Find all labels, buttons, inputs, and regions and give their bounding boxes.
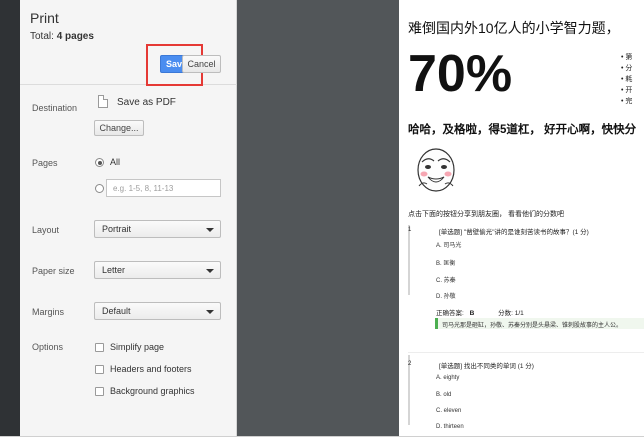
- answer-option: D. 孙敬: [436, 294, 456, 300]
- preview-page: 难倒国内外10亿人的小学智力题， 70% • 第 • 分 • 耗 • 开 • 完…: [399, 0, 644, 436]
- stats-list: • 第 • 分 • 耗 • 开 • 完: [621, 52, 632, 107]
- total-pages: Total: 4 pages: [30, 31, 94, 42]
- answer-option: C. 苏秦: [436, 278, 456, 284]
- pages-all-label: All: [110, 157, 121, 167]
- quiz-score: 70%: [408, 45, 513, 103]
- margins-select[interactable]: Default: [94, 302, 221, 320]
- answer-option: C. eleven: [436, 408, 462, 414]
- stats-item: • 第: [621, 54, 633, 61]
- chevron-down-icon: [206, 228, 214, 232]
- stats-item: • 分: [621, 65, 633, 72]
- correct-answer: 正确答案: B 分数: 1/1: [436, 307, 524, 317]
- pages-custom-input[interactable]: e.g. 1-5, 8, 11-13: [106, 179, 221, 197]
- cancel-button[interactable]: Cancel: [182, 55, 221, 73]
- simplify-page-checkbox[interactable]: [95, 343, 104, 352]
- answer-option: D. thirteen: [436, 424, 464, 430]
- answer-explanation: 司马光那是砸缸，孙敬、苏秦分别是头悬梁、锥刺股故事的主人公。: [435, 318, 644, 329]
- destination-label: Destination: [32, 103, 78, 113]
- paper-size-select-value: Letter: [102, 265, 126, 275]
- chevron-down-icon: [206, 269, 214, 273]
- chevron-down-icon: [206, 310, 214, 314]
- background-graphics-checkbox[interactable]: [95, 387, 104, 396]
- question-divider: [408, 225, 410, 295]
- layout-select-value: Portrait: [102, 224, 132, 234]
- total-pages-value: 4 pages: [56, 31, 94, 42]
- destination-name: Save as PDF: [117, 97, 176, 108]
- paper-size-select[interactable]: Letter: [94, 261, 221, 279]
- pages-custom-radio[interactable]: [95, 184, 104, 193]
- layout-label: Layout: [32, 225, 60, 235]
- window-bottom-edge: [0, 436, 644, 443]
- answer-option: B. old: [436, 392, 452, 398]
- options-label: Options: [32, 342, 64, 352]
- headers-footers-label: Headers and footers: [110, 364, 192, 374]
- answer-option: A. 司马光: [436, 243, 462, 249]
- question-score: 分数: 1/1: [498, 310, 524, 317]
- document-icon: [98, 95, 108, 108]
- answer-option: A. eighty: [436, 375, 460, 381]
- meme-face-image: [417, 148, 455, 192]
- question-number: 1: [408, 227, 412, 233]
- correct-answer-label: 正确答案:: [436, 310, 464, 317]
- paper-size-label: Paper size: [32, 266, 75, 276]
- pages-label: Pages: [32, 158, 58, 168]
- correct-answer-value: B: [469, 310, 475, 317]
- answer-option: B. 匡衡: [436, 261, 456, 267]
- total-pages-prefix: Total:: [30, 31, 57, 42]
- background-graphics-label: Background graphics: [110, 386, 195, 396]
- stats-item: • 开: [621, 87, 633, 94]
- question-text: [单选题] "凿壁偷光"讲的是谁刻苦读书的故事？(1 分): [439, 229, 589, 236]
- print-settings-sidebar: Print Total: 4 pages Save Cancel Destina…: [20, 0, 237, 436]
- question-text: [单选题] 找出不同类的单词 (1 分): [439, 363, 534, 370]
- quiz-title: 难倒国内外10亿人的小学智力题，: [408, 20, 620, 36]
- headers-footers-checkbox[interactable]: [95, 365, 104, 374]
- stats-item: • 完: [621, 98, 633, 105]
- result-message: 哈哈，及格啦，得5道杠， 好开心啊，快快分: [408, 124, 637, 136]
- stats-item: • 耗: [621, 76, 633, 83]
- simplify-page-label: Simplify page: [110, 342, 165, 352]
- window-edge: [0, 0, 20, 443]
- layout-select[interactable]: Portrait: [94, 220, 221, 238]
- pages-all-radio[interactable]: [95, 158, 104, 167]
- question-separator: [408, 352, 644, 353]
- change-destination-button[interactable]: Change...: [94, 120, 144, 136]
- question-number: 2: [408, 361, 412, 367]
- margins-select-value: Default: [102, 306, 131, 316]
- sidebar-header: Print Total: 4 pages Save Cancel: [20, 0, 237, 86]
- share-prompt: 点击下面的按钮分享到朋友圈， 看看他们的分数吧: [408, 211, 564, 218]
- print-dialog-title: Print: [30, 10, 59, 26]
- margins-label: Margins: [32, 307, 65, 317]
